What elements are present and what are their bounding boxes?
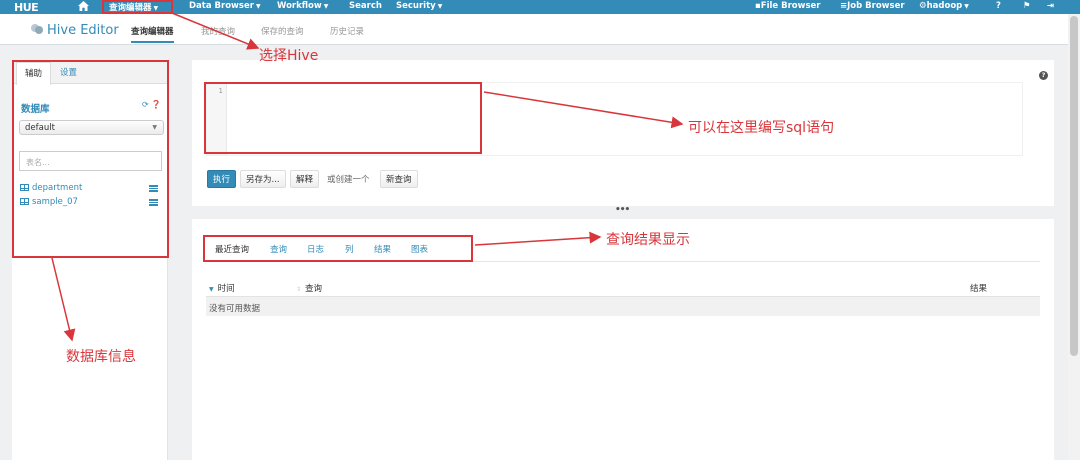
nav-workflow[interactable]: Workflow ▼ [277, 1, 328, 11]
annotation-write-sql: 可以在这里编写sql语句 [688, 120, 835, 136]
nav-security[interactable]: Security ▼ [396, 1, 442, 11]
explain-button[interactable]: 解释 [290, 170, 320, 188]
hive-icon [31, 24, 43, 34]
app-title: Hive Editor [47, 23, 119, 38]
help-icon[interactable]: ? [996, 1, 1001, 11]
chevron-down-icon: ▼ [964, 3, 969, 10]
execute-button[interactable]: 执行 [207, 170, 237, 188]
tab-saved-queries[interactable]: 保存的查询 [261, 25, 304, 37]
annotation-select-hive: 选择Hive [259, 48, 319, 64]
panel-resize-handle[interactable]: ••• [615, 205, 630, 215]
flag-icon[interactable]: ⚑ [1023, 1, 1031, 11]
tab-history[interactable]: 历史记录 [330, 25, 364, 37]
annotation-results-display: 查询结果显示 [606, 232, 690, 248]
page-scrollbar[interactable] [1068, 14, 1080, 460]
annotation-box-editor [204, 82, 482, 154]
annotation-db-info: 数据库信息 [66, 349, 136, 365]
hue-logo[interactable]: HUE [14, 1, 39, 14]
nav-job-browser[interactable]: ≡Job Browser [840, 1, 905, 11]
or-create-text: 或创建一个 [327, 175, 370, 185]
save-as-button[interactable]: 另存为... [240, 170, 286, 188]
tab-my-queries[interactable]: 我的查询 [201, 25, 235, 37]
nav-file-browser[interactable]: ▪File Browser [755, 1, 821, 11]
scroll-thumb[interactable] [1070, 16, 1078, 356]
nav-search[interactable]: Search [349, 1, 382, 11]
help-icon[interactable]: ? [1039, 71, 1048, 80]
nav-user-menu[interactable]: ⚙hadoop ▼ [919, 1, 969, 11]
sort-icon: ⇕ [296, 286, 302, 293]
chevron-down-icon: ▼ [437, 3, 443, 10]
column-header-query[interactable]: ⇕ 查询 [296, 282, 322, 294]
logout-icon[interactable]: ⇥ [1047, 1, 1054, 11]
annotation-box-query-menu [102, 0, 173, 14]
nav-data-browser[interactable]: Data Browser ▼ [189, 1, 261, 11]
chevron-down-icon: ▼ [323, 3, 329, 10]
annotation-box-results-tabs [203, 235, 473, 262]
new-query-button[interactable]: 新查询 [380, 170, 418, 188]
annotation-box-database [12, 60, 169, 258]
sort-desc-icon: ▼ [209, 286, 214, 293]
home-icon[interactable] [78, 1, 89, 14]
empty-table-row: 没有可用数据 [206, 296, 1040, 316]
column-header-result[interactable]: 结果 [970, 282, 987, 294]
gears-icon: ⚙ [919, 1, 927, 11]
column-header-time[interactable]: ▼ 时间 [209, 282, 235, 294]
tab-query-editor[interactable]: 查询编辑器 [131, 25, 174, 43]
chevron-down-icon: ▼ [255, 3, 261, 10]
app-header: Hive Editor 查询编辑器 我的查询 保存的查询 历史记录 [0, 14, 1080, 45]
